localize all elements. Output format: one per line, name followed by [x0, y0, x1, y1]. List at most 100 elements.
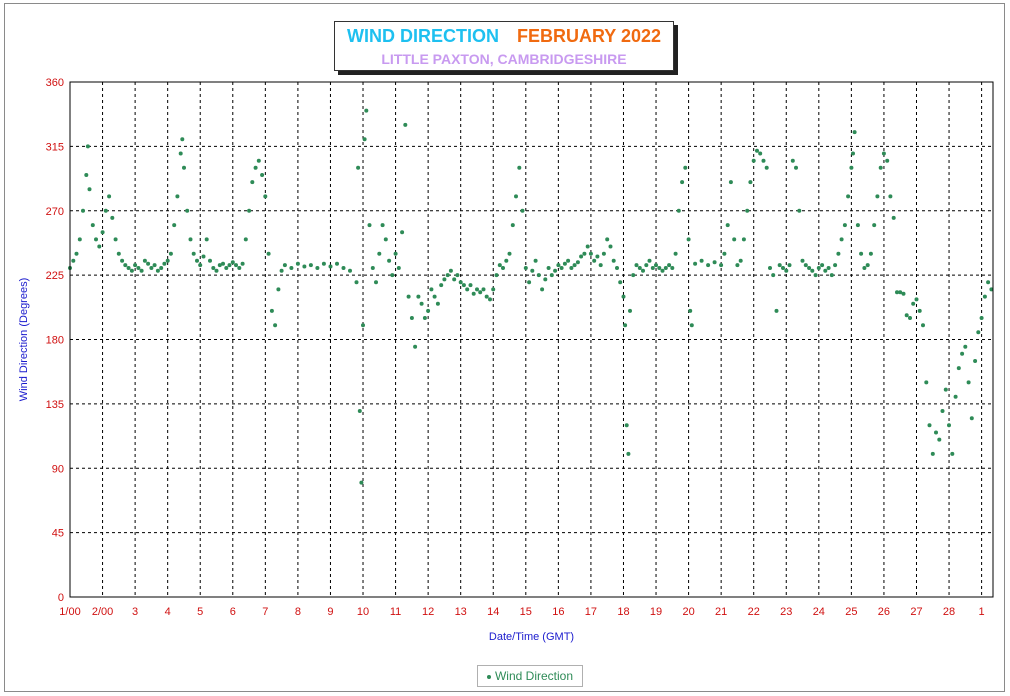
x-tick-label: 24 [813, 606, 825, 618]
data-point [947, 423, 951, 428]
x-tick-label: 2/00 [92, 606, 113, 618]
data-point [699, 258, 704, 263]
data-point [321, 261, 326, 266]
data-point [341, 266, 346, 270]
data-point [234, 263, 238, 268]
data-point [572, 263, 577, 268]
data-point [240, 261, 245, 266]
data-point [230, 260, 235, 265]
data-points [68, 108, 994, 485]
y-tick-label: 315 [46, 141, 64, 153]
data-point [647, 258, 652, 263]
data-point [865, 263, 870, 268]
data-point [921, 323, 925, 328]
data-point [195, 258, 199, 263]
data-point [308, 263, 313, 268]
data-point [356, 165, 361, 170]
data-point [722, 251, 727, 256]
x-tick-label: 7 [262, 606, 268, 618]
data-point [266, 251, 271, 256]
data-point [562, 261, 567, 266]
data-point [510, 223, 515, 228]
x-tick-label: 23 [780, 606, 792, 618]
data-point [523, 266, 528, 270]
data-point [211, 266, 216, 270]
x-tick-label: 21 [715, 606, 727, 618]
y-axis-label: Wind Direction (Degrees) [18, 278, 30, 401]
data-point [862, 266, 867, 270]
data-point [618, 280, 623, 285]
x-tick-label: 9 [327, 606, 333, 618]
data-point [237, 266, 242, 270]
data-point [626, 451, 631, 456]
data-point [803, 263, 808, 268]
data-point [361, 323, 365, 328]
y-tick-label: 270 [46, 206, 64, 218]
data-point [875, 194, 880, 199]
data-point [768, 266, 772, 270]
data-point [530, 268, 535, 273]
data-point [839, 237, 844, 242]
data-point [514, 194, 518, 199]
data-point [813, 273, 818, 278]
data-point [575, 260, 580, 265]
data-point [943, 387, 948, 392]
data-point [969, 416, 974, 421]
data-point [178, 151, 183, 156]
data-point [432, 294, 437, 299]
data-point [302, 264, 307, 269]
x-tick-label: 22 [748, 606, 760, 618]
data-point [888, 194, 893, 199]
x-tick-label: 3 [132, 606, 138, 618]
legend-label: Wind Direction [494, 669, 574, 683]
data-point [224, 266, 229, 270]
data-point [481, 287, 486, 292]
data-point [87, 187, 92, 192]
data-point [820, 263, 825, 268]
data-point [116, 251, 121, 256]
data-point [328, 264, 333, 269]
data-point [74, 251, 79, 256]
data-point [823, 268, 828, 273]
data-point [85, 144, 90, 149]
data-point [84, 173, 89, 177]
data-point [484, 294, 489, 299]
data-point [214, 268, 219, 273]
data-point [335, 261, 339, 266]
data-point [807, 266, 812, 270]
data-point [289, 266, 294, 270]
data-point [390, 273, 395, 278]
data-point [357, 409, 362, 413]
data-point [797, 208, 802, 213]
data-point [771, 273, 776, 278]
data-point [595, 254, 600, 259]
data-point [253, 165, 258, 170]
data-point [784, 268, 789, 273]
data-point [810, 268, 815, 273]
data-point [396, 266, 401, 270]
data-point [100, 230, 105, 235]
data-point [429, 287, 434, 292]
data-point [120, 258, 125, 263]
data-point [908, 316, 912, 320]
data-point [77, 237, 82, 242]
data-point [123, 263, 128, 268]
data-point [927, 423, 932, 428]
data-point [406, 294, 411, 299]
data-point [660, 268, 665, 273]
data-point [159, 266, 164, 270]
data-point [774, 308, 779, 313]
data-point [621, 294, 626, 299]
data-point [891, 215, 896, 220]
x-tick-label: 28 [943, 606, 955, 618]
data-point [146, 261, 151, 266]
data-point [168, 251, 173, 256]
data-point [494, 273, 499, 278]
data-point [654, 263, 658, 268]
data-point [826, 266, 831, 270]
data-point [973, 359, 978, 363]
data-point [569, 266, 574, 270]
data-point [953, 394, 958, 399]
data-point [348, 268, 352, 273]
data-point [142, 258, 147, 263]
